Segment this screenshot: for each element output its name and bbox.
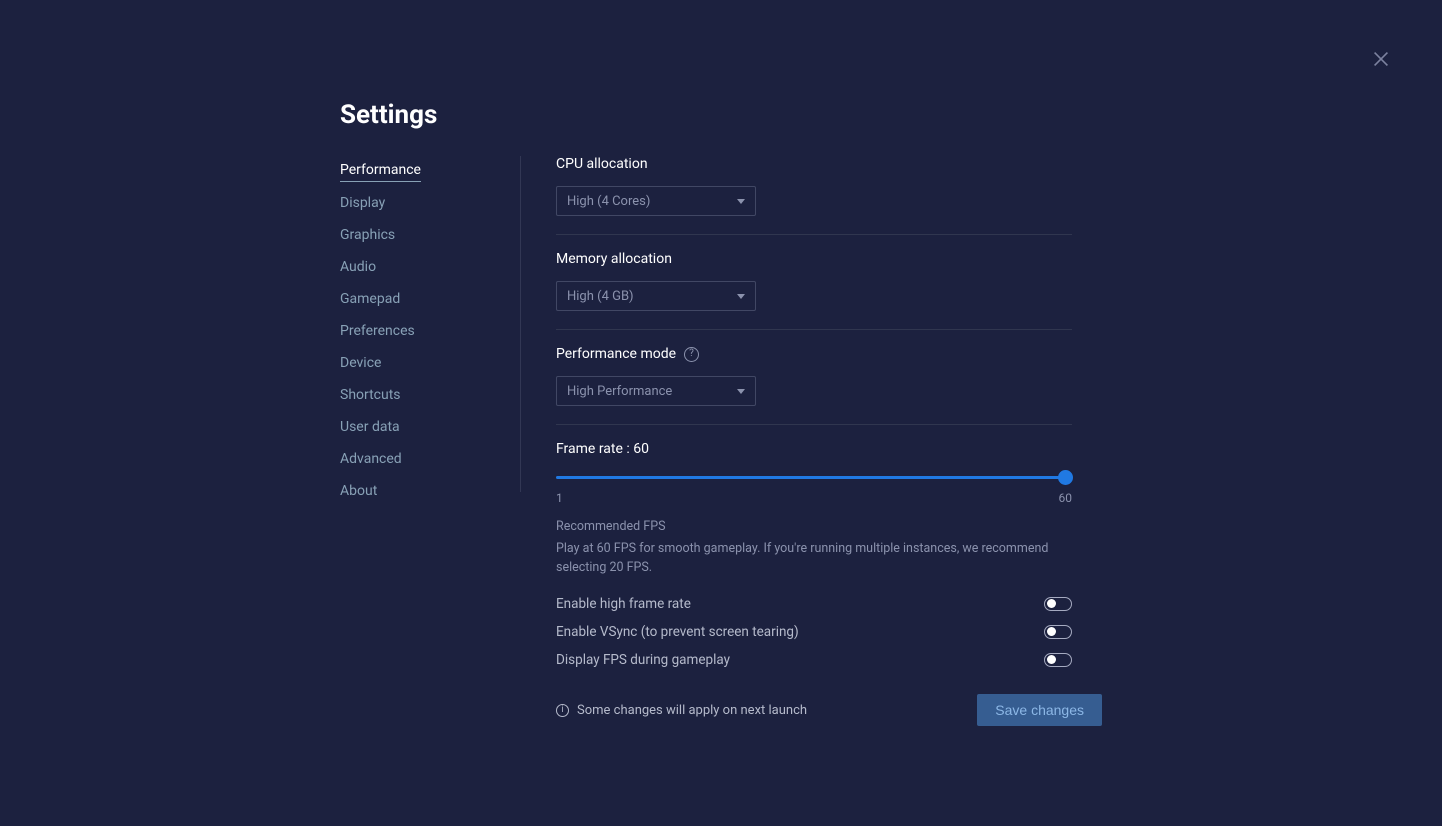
frame-rate-value: 60 (633, 441, 649, 457)
frame-rate-label-prefix: Frame rate : (556, 441, 633, 457)
sidebar-item-performance[interactable]: Performance (340, 162, 421, 182)
sidebar-item-gamepad[interactable]: Gamepad (340, 291, 400, 310)
memory-allocation-select[interactable]: High (4 GB) (556, 281, 756, 311)
info-icon: i (556, 704, 569, 717)
cpu-allocation-value: High (4 Cores) (567, 194, 650, 209)
enable-high-frame-rate-row: Enable high frame rate (556, 596, 1072, 612)
sidebar-item-preferences[interactable]: Preferences (340, 323, 415, 342)
chevron-down-icon (737, 199, 745, 204)
cpu-allocation-select[interactable]: High (4 Cores) (556, 186, 756, 216)
help-icon[interactable]: ? (684, 347, 699, 362)
toggle-knob (1047, 655, 1056, 664)
enable-high-frame-rate-toggle[interactable] (1044, 597, 1072, 611)
memory-allocation-section: Memory allocation High (4 GB) (556, 251, 1072, 330)
memory-allocation-label: Memory allocation (556, 251, 1072, 267)
settings-sidebar: Performance Display Graphics Audio Gamep… (340, 162, 500, 502)
page-title: Settings (340, 100, 437, 130)
enable-vsync-label: Enable VSync (to prevent screen tearing) (556, 624, 799, 640)
slider-max-label: 60 (1059, 491, 1073, 505)
enable-high-frame-rate-label: Enable high frame rate (556, 596, 691, 612)
recommended-fps-body: Play at 60 FPS for smooth gameplay. If y… (556, 540, 1072, 578)
slider-thumb[interactable] (1058, 470, 1073, 485)
chevron-down-icon (737, 294, 745, 299)
display-fps-label: Display FPS during gameplay (556, 652, 730, 668)
toggle-knob (1047, 599, 1056, 608)
enable-vsync-row: Enable VSync (to prevent screen tearing) (556, 624, 1072, 640)
frame-rate-section: Frame rate : 60 1 60 Recommended FPS Pla… (556, 441, 1072, 668)
vertical-separator (520, 156, 521, 492)
frame-rate-slider[interactable] (556, 469, 1072, 487)
settings-content: CPU allocation High (4 Cores) Memory all… (556, 156, 1072, 684)
toggle-knob (1047, 627, 1056, 636)
save-changes-button[interactable]: Save changes (977, 694, 1102, 726)
slider-range-labels: 1 60 (556, 491, 1072, 505)
sidebar-item-about[interactable]: About (340, 483, 377, 502)
frame-rate-label: Frame rate : 60 (556, 441, 1072, 457)
slider-min-label: 1 (556, 491, 563, 505)
sidebar-item-device[interactable]: Device (340, 355, 381, 374)
sidebar-item-shortcuts[interactable]: Shortcuts (340, 387, 401, 406)
sidebar-item-display[interactable]: Display (340, 195, 385, 214)
performance-mode-select[interactable]: High Performance (556, 376, 756, 406)
performance-mode-value: High Performance (567, 384, 672, 399)
display-fps-row: Display FPS during gameplay (556, 652, 1072, 668)
sidebar-item-audio[interactable]: Audio (340, 259, 376, 278)
sidebar-item-user-data[interactable]: User data (340, 419, 400, 438)
footer-note-text: Some changes will apply on next launch (577, 703, 807, 718)
slider-track (556, 476, 1072, 479)
performance-mode-label: Performance mode ? (556, 346, 1072, 362)
close-button[interactable] (1370, 48, 1392, 70)
memory-allocation-value: High (4 GB) (567, 289, 634, 304)
footer-note: i Some changes will apply on next launch (556, 703, 807, 718)
chevron-down-icon (737, 389, 745, 394)
sidebar-item-graphics[interactable]: Graphics (340, 227, 395, 246)
cpu-allocation-section: CPU allocation High (4 Cores) (556, 156, 1072, 235)
performance-mode-label-text: Performance mode (556, 346, 676, 362)
cpu-allocation-label: CPU allocation (556, 156, 1072, 172)
sidebar-item-advanced[interactable]: Advanced (340, 451, 402, 470)
settings-footer: i Some changes will apply on next launch… (556, 694, 1102, 726)
performance-mode-section: Performance mode ? High Performance (556, 346, 1072, 425)
close-icon (1370, 55, 1392, 74)
recommended-fps-title: Recommended FPS (556, 519, 1072, 534)
display-fps-toggle[interactable] (1044, 653, 1072, 667)
enable-vsync-toggle[interactable] (1044, 625, 1072, 639)
